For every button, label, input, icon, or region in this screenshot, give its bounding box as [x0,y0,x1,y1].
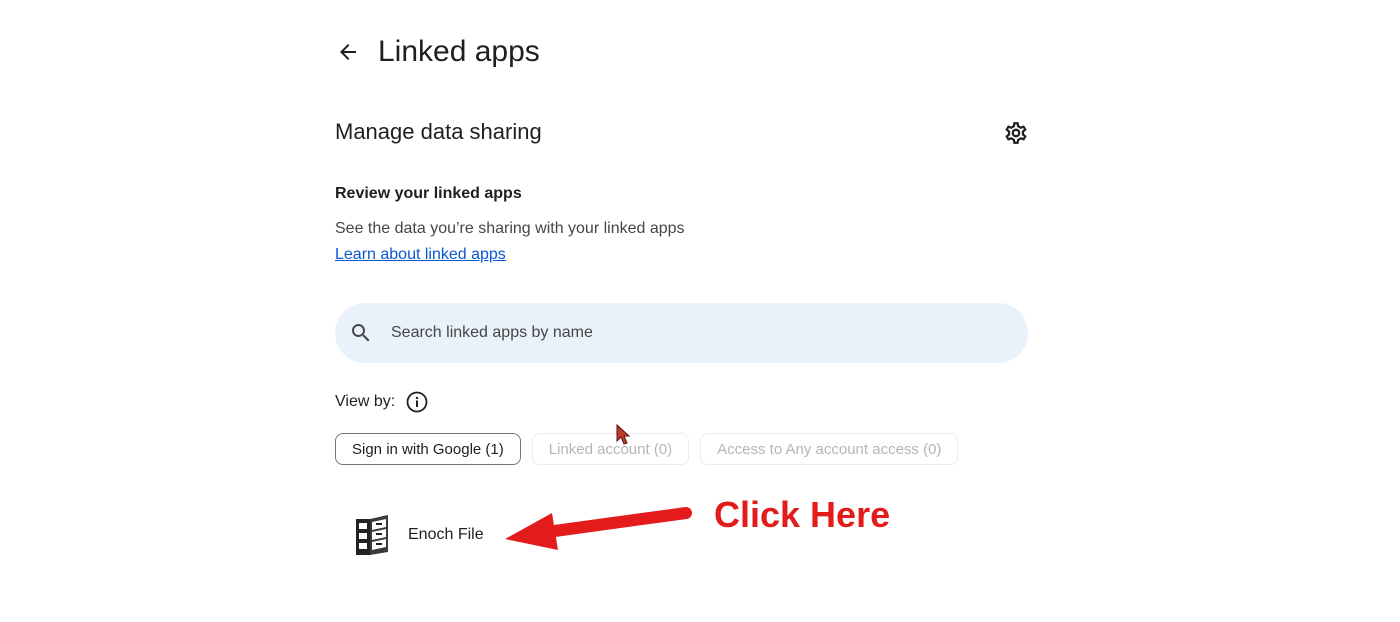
review-description: See the data you’re sharing with your li… [335,220,685,237]
app-list-item[interactable]: Enoch File [354,512,484,558]
arrow-left-icon [340,44,356,60]
search-box[interactable] [335,303,1028,363]
click-here-annotation: Click Here [714,494,891,535]
app-name: Enoch File [408,526,484,543]
filter-chip-sign-in-with-google[interactable]: Sign in with Google (1) [335,433,521,465]
back-button[interactable] [334,38,362,66]
red-arrow-annotation [505,507,692,550]
filter-chip-linked-account[interactable]: Linked account (0) [531,433,690,465]
gear-icon [1005,122,1027,144]
search-icon [349,321,373,345]
settings-button[interactable] [1002,119,1030,147]
view-by: View by: [335,390,429,414]
view-by-label: View by: [335,393,396,410]
section-title: Manage data sharing [335,119,542,144]
file-cabinet-icon [356,515,388,555]
info-icon[interactable] [405,390,429,414]
filter-chips: Sign in with Google (1) Linked account (… [335,433,969,465]
mouse-cursor-icon [616,424,631,445]
page-title: Linked apps [378,35,540,68]
review-heading: Review your linked apps [335,185,522,202]
learn-about-linked-apps-link[interactable]: Learn about linked apps [335,244,506,266]
search-input[interactable] [391,324,951,342]
linked-apps-page: Linked apps Manage data sharing Review y… [0,0,1400,622]
filter-chip-any-account-access[interactable]: Access to Any account access (0) [700,433,959,465]
